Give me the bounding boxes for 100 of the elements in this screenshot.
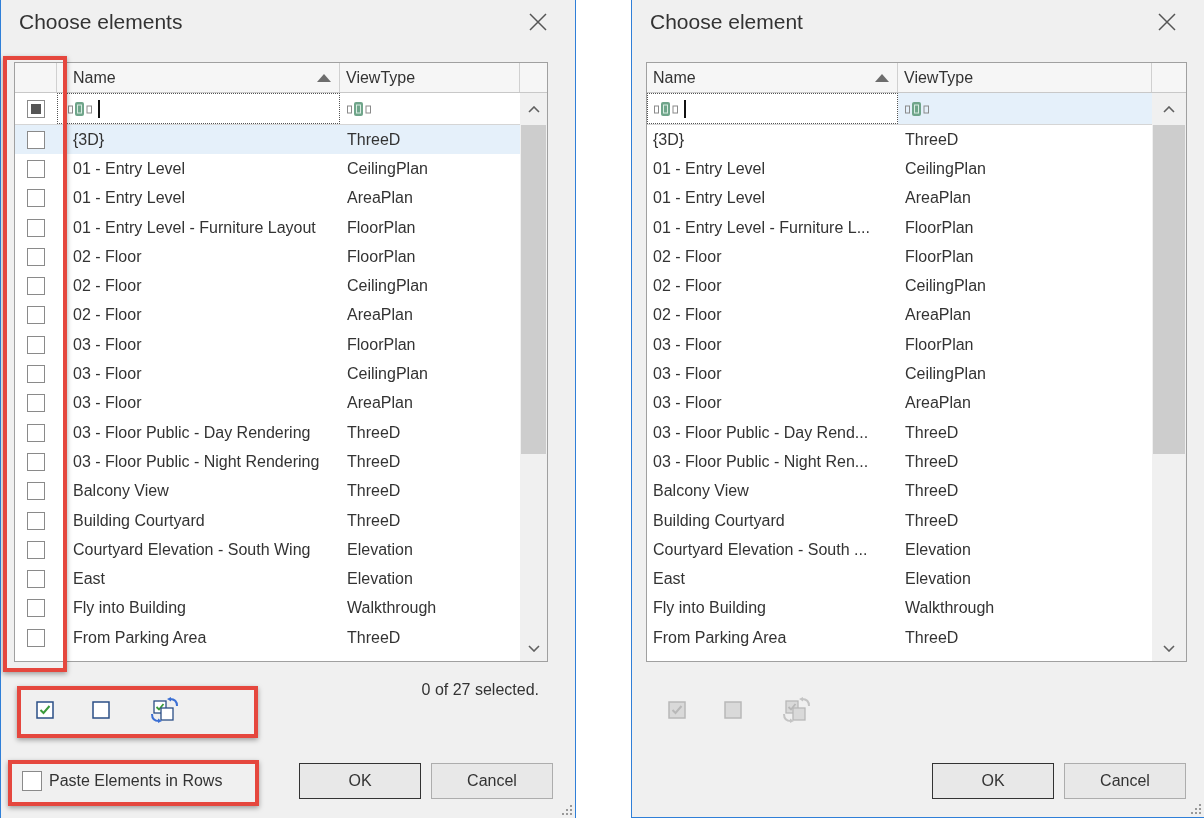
default-button[interactable]: OK: [299, 763, 421, 799]
table-cell-text: 02 - Floor: [72, 246, 143, 267]
checkbox[interactable]: [27, 306, 45, 325]
scrollbar-thumb[interactable]: [1153, 125, 1185, 454]
checkbox[interactable]: [27, 540, 45, 559]
selection-count: 0 of 27 selected.: [421, 680, 539, 700]
table-cell-text: Elevation: [346, 539, 414, 560]
table-cell-text: 01 - Entry Level: [652, 158, 767, 179]
checkbox[interactable]: [27, 394, 45, 413]
checkbox[interactable]: [27, 365, 45, 383]
checkbox[interactable]: [27, 335, 45, 354]
table-cell-text: East: [652, 569, 686, 590]
table-cell-text: AreaPlan: [904, 188, 972, 209]
empty-box-icon[interactable]: [92, 701, 110, 719]
table-cell-text: Balcony View: [72, 481, 170, 502]
dialog-button[interactable]: Cancel: [431, 763, 553, 799]
scroll-down-icon[interactable]: [1163, 644, 1175, 652]
scroll-up-icon[interactable]: [527, 105, 540, 113]
table-cell-text: CeilingPlan: [904, 276, 987, 297]
text-filter-icon: [347, 100, 371, 117]
table-cell-text: {3D}: [72, 129, 106, 150]
checkbox[interactable]: [27, 570, 45, 589]
table-cell-text: Balcony View: [652, 481, 750, 502]
checkbox[interactable]: [27, 99, 45, 118]
table-cell-text: Walkthrough: [346, 598, 438, 619]
table-cell-text: 03 - Floor: [72, 334, 143, 355]
scroll-up-icon[interactable]: [1163, 105, 1175, 113]
table-cell-text: 01 - Entry Level: [652, 188, 767, 209]
checkbox[interactable]: [27, 452, 45, 471]
table-cell-text: Elevation: [904, 569, 972, 590]
table-cell-text: FloorPlan: [904, 334, 975, 355]
table-cell-text: AreaPlan: [346, 393, 414, 414]
column-header[interactable]: Name: [647, 63, 898, 92]
table-cell-text: FloorPlan: [346, 217, 417, 238]
filter-field[interactable]: [898, 93, 1152, 124]
scroll-down-icon[interactable]: [527, 644, 540, 652]
filter-field[interactable]: [647, 93, 898, 124]
checkbox[interactable]: [22, 771, 42, 791]
table-cell-text: From Parking Area: [72, 627, 208, 648]
table-cell-text: Fly into Building: [652, 598, 767, 619]
scrollbar[interactable]: [520, 93, 547, 661]
table-cell-text: CeilingPlan: [346, 158, 429, 179]
text-cursor: [684, 99, 686, 118]
table-cell-text: 01 - Entry Level - Furniture L...: [652, 217, 871, 238]
checkbox[interactable]: [27, 511, 45, 530]
table-cell-text: FloorPlan: [346, 334, 417, 355]
table-cell-text: Building Courtyard: [72, 510, 206, 531]
table-cell-text: AreaPlan: [904, 305, 972, 326]
table-cell-text: ThreeD: [904, 129, 960, 150]
checkbox[interactable]: [27, 189, 45, 208]
close-icon[interactable]: [1158, 13, 1176, 31]
table-row[interactable]: {3D} ThreeD: [15, 125, 520, 155]
table-cell-text: Courtyard Elevation - South Wing: [72, 539, 312, 560]
table-cell-text: 01 - Entry Level: [72, 188, 187, 209]
table-cell-text: FloorPlan: [904, 246, 975, 267]
table-cell-text: 02 - Floor: [652, 246, 723, 267]
table-cell-text: CeilingPlan: [346, 276, 429, 297]
table-cell-text: ThreeD: [346, 451, 402, 472]
default-button[interactable]: OK: [932, 763, 1054, 799]
table-cell-text: Fly into Building: [72, 598, 187, 619]
table-cell-text: ThreeD: [346, 481, 402, 502]
table-cell-text: AreaPlan: [346, 188, 414, 209]
column-header[interactable]: ViewType: [898, 63, 1152, 92]
checkbox[interactable]: [27, 599, 45, 618]
table-cell-text: ThreeD: [904, 481, 960, 502]
resize-grip-icon[interactable]: [1190, 803, 1202, 815]
table-cell-text: 03 - Floor: [652, 393, 723, 414]
table-cell-text: ThreeD: [904, 422, 960, 443]
text-filter-icon: [905, 100, 929, 117]
table-cell-text: AreaPlan: [904, 393, 972, 414]
table-cell-text: 02 - Floor: [652, 305, 723, 326]
text-filter-icon: [654, 100, 678, 117]
checkbox[interactable]: [27, 277, 45, 296]
checkbox[interactable]: [27, 482, 45, 501]
close-icon[interactable]: [529, 13, 547, 31]
scrollbar[interactable]: [1152, 93, 1186, 661]
checked-box-icon[interactable]: [36, 701, 54, 719]
table-cell-text: CeilingPlan: [346, 364, 429, 384]
checkbox[interactable]: [27, 159, 45, 178]
table-cell-text: FloorPlan: [904, 217, 975, 238]
column-header[interactable]: ViewType: [340, 63, 520, 92]
filter-field[interactable]: [57, 93, 340, 124]
checkbox[interactable]: [27, 628, 45, 647]
checkbox[interactable]: [27, 130, 45, 149]
resize-grip-icon[interactable]: [561, 804, 573, 816]
dialog-title: Choose element: [649, 9, 803, 35]
table-cell-text: Walkthrough: [904, 598, 996, 619]
table-cell-text: {3D}: [652, 129, 686, 150]
table-cell-text: ThreeD: [346, 422, 402, 443]
checkbox[interactable]: [27, 218, 45, 237]
checkbox[interactable]: [27, 423, 45, 442]
dialog-button[interactable]: Cancel: [1064, 763, 1186, 799]
checkbox[interactable]: [27, 247, 45, 266]
scrollbar-thumb[interactable]: [521, 125, 546, 454]
table-cell-text: ThreeD: [346, 510, 402, 531]
table-cell-text: AreaPlan: [346, 305, 414, 326]
table-cell-text: From Parking Area: [652, 627, 788, 648]
table-cell-text: FloorPlan: [346, 246, 417, 267]
column-header[interactable]: Name: [57, 63, 340, 92]
table-cell-text: 03 - Floor Public - Night Ren...: [652, 451, 870, 472]
